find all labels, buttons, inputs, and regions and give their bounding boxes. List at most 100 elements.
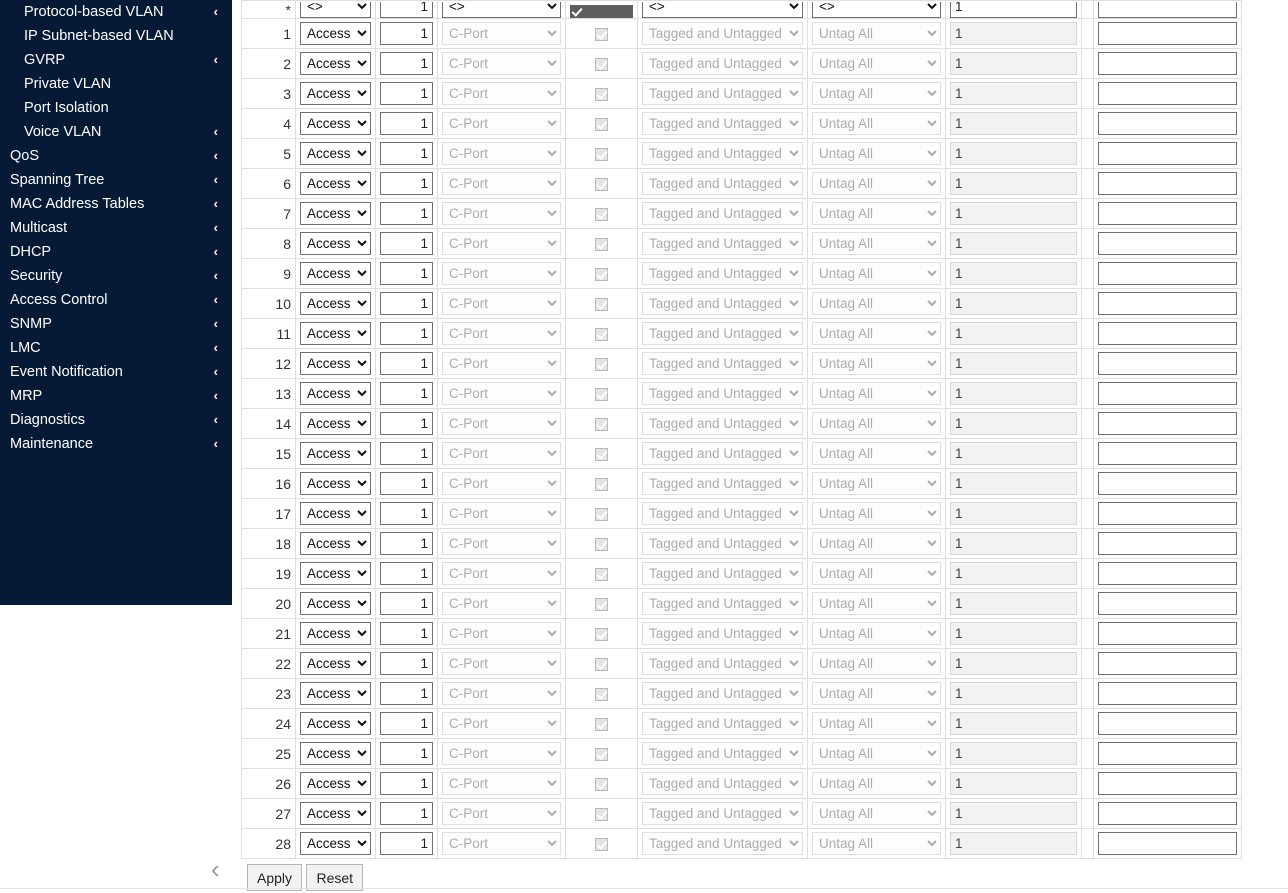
- sidebar-item-security[interactable]: Security ‹: [0, 264, 232, 288]
- forbidden-vlans-input[interactable]: [1098, 652, 1237, 675]
- apply-button[interactable]: Apply: [247, 864, 303, 891]
- forbidden-vlans-input[interactable]: [1098, 412, 1237, 435]
- port-mode-select[interactable]: AccessTrunkHybrid: [300, 802, 371, 825]
- port-vlan-id-input[interactable]: [380, 682, 433, 705]
- all-allowed-vlans-input[interactable]: [950, 1, 1077, 18]
- sidebar-item-voice-vlan[interactable]: Voice VLAN ‹: [0, 120, 232, 144]
- port-vlan-id-input[interactable]: [380, 262, 433, 285]
- forbidden-vlans-input[interactable]: [1098, 232, 1237, 255]
- port-vlan-id-input[interactable]: [380, 562, 433, 585]
- port-mode-select[interactable]: AccessTrunkHybrid: [300, 82, 371, 105]
- port-mode-select[interactable]: AccessTrunkHybrid: [300, 442, 371, 465]
- port-mode-select[interactable]: AccessTrunkHybrid: [300, 22, 371, 45]
- forbidden-vlans-input[interactable]: [1098, 322, 1237, 345]
- port-vlan-id-input[interactable]: [380, 232, 433, 255]
- port-vlan-id-input[interactable]: [380, 532, 433, 555]
- port-mode-select[interactable]: AccessTrunkHybrid: [300, 712, 371, 735]
- forbidden-vlans-input[interactable]: [1098, 52, 1237, 75]
- port-vlan-id-input[interactable]: [380, 832, 433, 855]
- port-mode-select[interactable]: AccessTrunkHybrid: [300, 742, 371, 765]
- sidebar-item-spanning-tree[interactable]: Spanning Tree ‹: [0, 168, 232, 192]
- forbidden-vlans-input[interactable]: [1098, 562, 1237, 585]
- forbidden-vlans-input[interactable]: [1098, 502, 1237, 525]
- forbidden-vlans-input[interactable]: [1098, 532, 1237, 555]
- port-mode-select[interactable]: AccessTrunkHybrid: [300, 202, 371, 225]
- forbidden-vlans-input[interactable]: [1098, 262, 1237, 285]
- port-mode-select[interactable]: AccessTrunkHybrid: [300, 592, 371, 615]
- port-mode-select[interactable]: AccessTrunkHybrid: [300, 532, 371, 555]
- all-forbidden-vlans-input[interactable]: [1098, 1, 1237, 18]
- all-ingress-acceptance-select[interactable]: <>Tagged and UntaggedTagged OnlyUntagged…: [642, 1, 803, 18]
- sidebar-item-maintenance[interactable]: Maintenance ‹: [0, 432, 232, 456]
- port-vlan-id-input[interactable]: [380, 82, 433, 105]
- sidebar-item-ip-subnet-based-vlan[interactable]: IP Subnet-based VLAN: [0, 24, 232, 48]
- port-vlan-id-input[interactable]: [380, 22, 433, 45]
- port-vlan-id-input[interactable]: [380, 442, 433, 465]
- forbidden-vlans-input[interactable]: [1098, 382, 1237, 405]
- all-port-vlan-input[interactable]: [380, 1, 433, 18]
- port-vlan-id-input[interactable]: [380, 412, 433, 435]
- port-mode-select[interactable]: AccessTrunkHybrid: [300, 142, 371, 165]
- port-vlan-id-input[interactable]: [380, 802, 433, 825]
- forbidden-vlans-input[interactable]: [1098, 802, 1237, 825]
- port-mode-select[interactable]: AccessTrunkHybrid: [300, 262, 371, 285]
- sidebar-item-multicast[interactable]: Multicast ‹: [0, 216, 232, 240]
- forbidden-vlans-input[interactable]: [1098, 22, 1237, 45]
- sidebar-item-access-control[interactable]: Access Control ‹: [0, 288, 232, 312]
- port-vlan-id-input[interactable]: [380, 352, 433, 375]
- sidebar-item-qos[interactable]: QoS ‹: [0, 144, 232, 168]
- forbidden-vlans-input[interactable]: [1098, 442, 1237, 465]
- reset-button[interactable]: Reset: [306, 864, 364, 891]
- forbidden-vlans-input[interactable]: [1098, 772, 1237, 795]
- sidebar-item-diagnostics[interactable]: Diagnostics ‹: [0, 408, 232, 432]
- forbidden-vlans-input[interactable]: [1098, 82, 1237, 105]
- forbidden-vlans-input[interactable]: [1098, 472, 1237, 495]
- forbidden-vlans-input[interactable]: [1098, 112, 1237, 135]
- port-mode-select[interactable]: AccessTrunkHybrid: [300, 112, 371, 135]
- port-vlan-id-input[interactable]: [380, 742, 433, 765]
- port-vlan-id-input[interactable]: [380, 112, 433, 135]
- port-mode-select[interactable]: AccessTrunkHybrid: [300, 412, 371, 435]
- sidebar-item-private-vlan[interactable]: Private VLAN: [0, 72, 232, 96]
- all-ingress-filtering-checkbox[interactable]: [570, 4, 633, 18]
- port-vlan-id-input[interactable]: [380, 172, 433, 195]
- all-egress-tagging-select[interactable]: <>Untag AllTag AllUntag Port VLAN: [812, 1, 941, 18]
- all-port-type-select[interactable]: <>UnawareC-PortS-PortS-Custom-Port: [442, 1, 561, 18]
- port-mode-select[interactable]: AccessTrunkHybrid: [300, 292, 371, 315]
- sidebar-item-protocol-based-vlan[interactable]: Protocol-based VLAN ‹: [0, 0, 232, 24]
- port-mode-select[interactable]: AccessTrunkHybrid: [300, 652, 371, 675]
- forbidden-vlans-input[interactable]: [1098, 832, 1237, 855]
- sidebar-item-mac-address-tables[interactable]: MAC Address Tables ‹: [0, 192, 232, 216]
- port-vlan-id-input[interactable]: [380, 622, 433, 645]
- forbidden-vlans-input[interactable]: [1098, 622, 1237, 645]
- port-mode-select[interactable]: AccessTrunkHybrid: [300, 52, 371, 75]
- forbidden-vlans-input[interactable]: [1098, 742, 1237, 765]
- port-vlan-id-input[interactable]: [380, 202, 433, 225]
- sidebar-item-event-notification[interactable]: Event Notification ‹: [0, 360, 232, 384]
- sidebar-item-lmc[interactable]: LMC ‹: [0, 336, 232, 360]
- port-vlan-id-input[interactable]: [380, 472, 433, 495]
- sidebar-item-mrp[interactable]: MRP ‹: [0, 384, 232, 408]
- all-mode-select[interactable]: <>AccessTrunkHybrid: [300, 1, 371, 18]
- forbidden-vlans-input[interactable]: [1098, 682, 1237, 705]
- forbidden-vlans-input[interactable]: [1098, 172, 1237, 195]
- port-vlan-id-input[interactable]: [380, 382, 433, 405]
- port-mode-select[interactable]: AccessTrunkHybrid: [300, 622, 371, 645]
- port-mode-select[interactable]: AccessTrunkHybrid: [300, 382, 371, 405]
- port-mode-select[interactable]: AccessTrunkHybrid: [300, 172, 371, 195]
- port-vlan-id-input[interactable]: [380, 502, 433, 525]
- forbidden-vlans-input[interactable]: [1098, 352, 1237, 375]
- port-vlan-id-input[interactable]: [380, 652, 433, 675]
- forbidden-vlans-input[interactable]: [1098, 202, 1237, 225]
- forbidden-vlans-input[interactable]: [1098, 142, 1237, 165]
- port-mode-select[interactable]: AccessTrunkHybrid: [300, 562, 371, 585]
- port-vlan-id-input[interactable]: [380, 142, 433, 165]
- port-mode-select[interactable]: AccessTrunkHybrid: [300, 352, 371, 375]
- port-vlan-id-input[interactable]: [380, 52, 433, 75]
- port-vlan-id-input[interactable]: [380, 592, 433, 615]
- sidebar-collapse-chevron-icon[interactable]: ‹: [211, 856, 220, 882]
- port-mode-select[interactable]: AccessTrunkHybrid: [300, 832, 371, 855]
- forbidden-vlans-input[interactable]: [1098, 712, 1237, 735]
- port-mode-select[interactable]: AccessTrunkHybrid: [300, 502, 371, 525]
- port-vlan-id-input[interactable]: [380, 772, 433, 795]
